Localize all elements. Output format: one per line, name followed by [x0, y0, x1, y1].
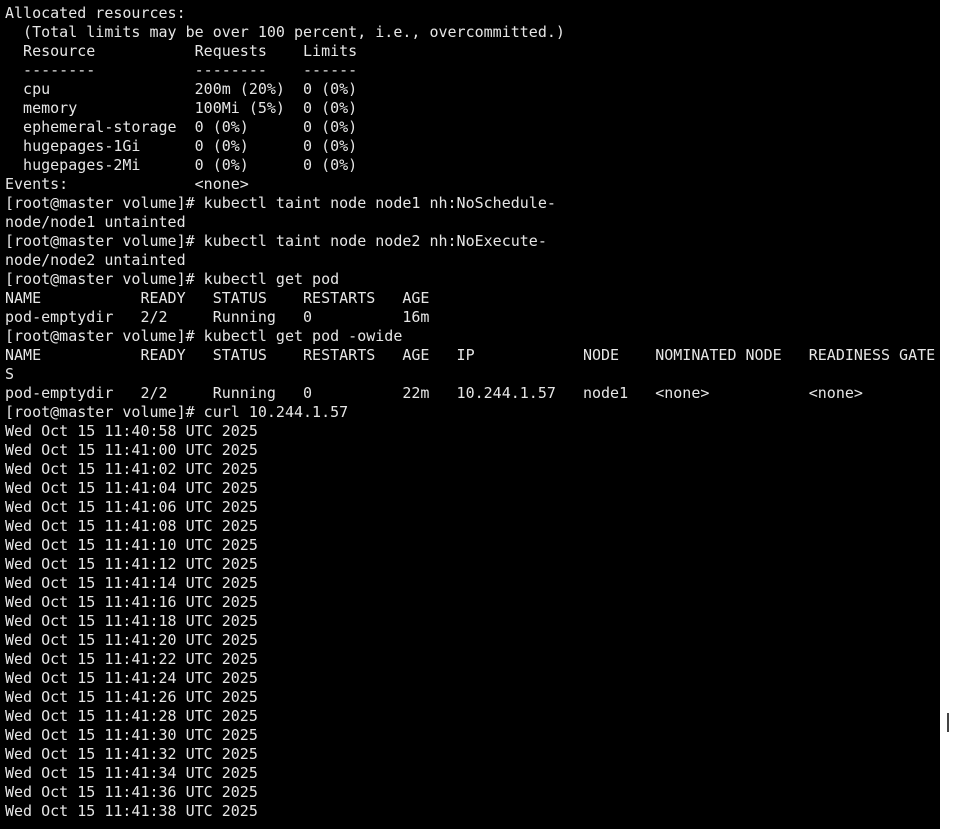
terminal-line: [root@master volume]# kubectl taint node…	[5, 194, 556, 212]
terminal-line: Resource Requests Limits	[5, 42, 358, 60]
terminal-window[interactable]: Allocated resources: (Total limits may b…	[0, 0, 940, 829]
terminal-line: Wed Oct 15 11:41:34 UTC 2025	[5, 764, 258, 782]
terminal-line: Events: <none>	[5, 175, 249, 193]
terminal-line: Wed Oct 15 11:41:08 UTC 2025	[5, 517, 258, 535]
terminal-line: (Total limits may be over 100 percent, i…	[5, 23, 565, 41]
terminal-line: Wed Oct 15 11:41:26 UTC 2025	[5, 688, 258, 706]
terminal-line: S	[5, 365, 15, 383]
terminal-line: node/node2 untainted	[5, 251, 186, 269]
terminal-line: Wed Oct 15 11:41:02 UTC 2025	[5, 460, 258, 478]
terminal-line: pod-emptydir 2/2 Running 0 22m 10.244.1.…	[5, 384, 863, 402]
terminal-line: pod-emptydir 2/2 Running 0 16m	[5, 308, 430, 326]
terminal-line: Allocated resources:	[5, 4, 186, 22]
terminal-line: Wed Oct 15 11:41:18 UTC 2025	[5, 612, 258, 630]
terminal-line: node/node1 untainted	[5, 213, 186, 231]
terminal-line: Wed Oct 15 11:41:38 UTC 2025	[5, 802, 258, 820]
terminal-line: [root@master volume]# kubectl get pod	[5, 270, 340, 288]
terminal-output: Allocated resources: (Total limits may b…	[5, 4, 935, 821]
terminal-line: [root@master volume]# kubectl get pod -o…	[5, 327, 403, 345]
terminal-line: Wed Oct 15 11:41:30 UTC 2025	[5, 726, 258, 744]
terminal-line: Wed Oct 15 11:41:14 UTC 2025	[5, 574, 258, 592]
terminal-line: Wed Oct 15 11:41:22 UTC 2025	[5, 650, 258, 668]
terminal-line: Wed Oct 15 11:41:12 UTC 2025	[5, 555, 258, 573]
terminal-line: Wed Oct 15 11:40:58 UTC 2025	[5, 422, 258, 440]
terminal-line: Wed Oct 15 11:41:04 UTC 2025	[5, 479, 258, 497]
terminal-line: Wed Oct 15 11:41:24 UTC 2025	[5, 669, 258, 687]
vertical-scrollbar[interactable]	[940, 0, 957, 829]
terminal-line: -------- -------- ------	[5, 61, 358, 79]
terminal-line: NAME READY STATUS RESTARTS AGE	[5, 289, 430, 307]
terminal-line: cpu 200m (20%) 0 (0%)	[5, 80, 358, 98]
terminal-line: NAME READY STATUS RESTARTS AGE IP NODE N…	[5, 346, 936, 364]
terminal-line: Wed Oct 15 11:41:06 UTC 2025	[5, 498, 258, 516]
terminal-line: Wed Oct 15 11:41:28 UTC 2025	[5, 707, 258, 725]
terminal-line: hugepages-1Gi 0 (0%) 0 (0%)	[5, 137, 358, 155]
terminal-line: [root@master volume]# curl 10.244.1.57	[5, 403, 349, 421]
terminal-line: Wed Oct 15 11:41:00 UTC 2025	[5, 441, 258, 459]
terminal-line: Wed Oct 15 11:41:16 UTC 2025	[5, 593, 258, 611]
terminal-line: memory 100Mi (5%) 0 (0%)	[5, 99, 358, 117]
terminal-line: ephemeral-storage 0 (0%) 0 (0%)	[5, 118, 358, 136]
terminal-line: Wed Oct 15 11:41:10 UTC 2025	[5, 536, 258, 554]
terminal-line: [root@master volume]# kubectl taint node…	[5, 232, 547, 250]
terminal-line: Wed Oct 15 11:41:36 UTC 2025	[5, 783, 258, 801]
terminal-line: Wed Oct 15 11:41:32 UTC 2025	[5, 745, 258, 763]
terminal-line: Wed Oct 15 11:41:20 UTC 2025	[5, 631, 258, 649]
terminal-line: hugepages-2Mi 0 (0%) 0 (0%)	[5, 156, 358, 174]
scrollbar-thumb[interactable]	[947, 713, 949, 732]
